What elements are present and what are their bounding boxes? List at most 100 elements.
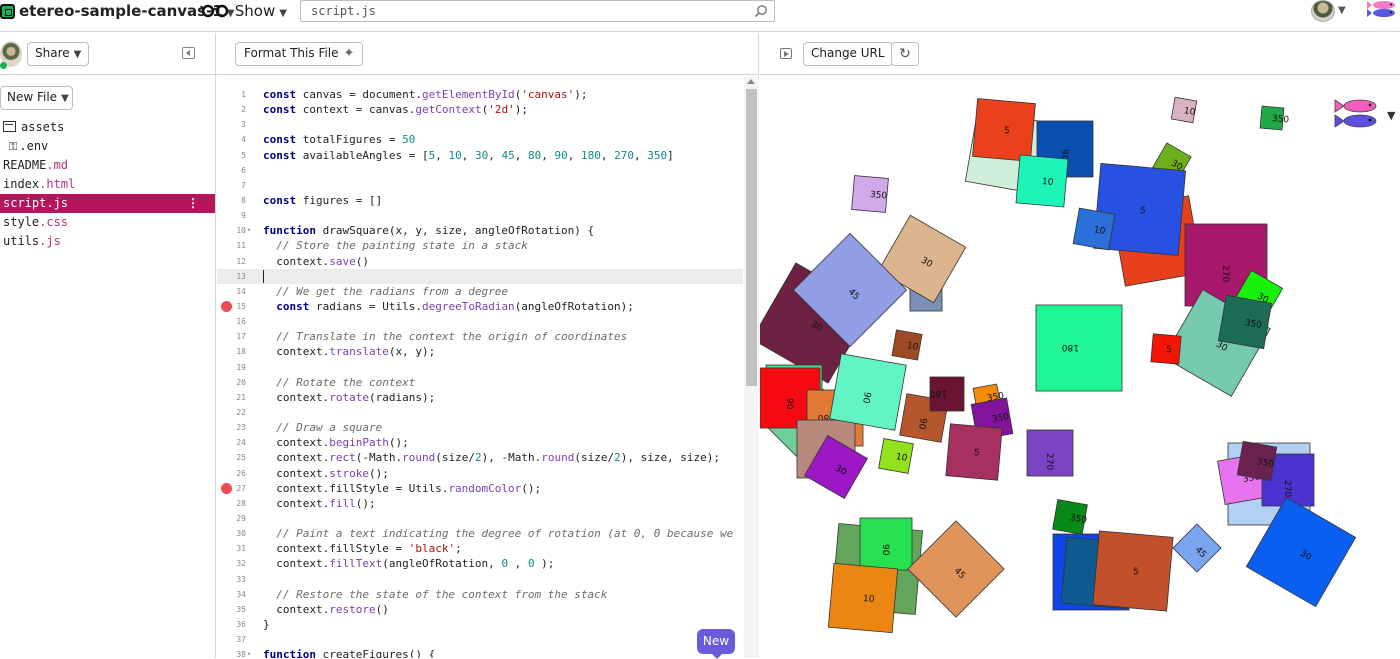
- code-line[interactable]: 18 context.translate(x, y);: [217, 344, 743, 359]
- line-number[interactable]: 17: [217, 329, 246, 344]
- line-number[interactable]: 20: [217, 375, 246, 390]
- fold-chevron-icon[interactable]: ▾: [247, 647, 251, 658]
- new-badge[interactable]: New: [697, 629, 735, 659]
- code-line[interactable]: 12 context.save(): [217, 254, 743, 269]
- line-number[interactable]: 4: [217, 132, 246, 147]
- code-line[interactable]: 5 const availableAngles = [5, 10, 30, 45,…: [217, 148, 743, 163]
- code-line[interactable]: 26 context.stroke();: [217, 466, 743, 481]
- code-line[interactable]: 4 const totalFigures = 50: [217, 132, 743, 147]
- code-line[interactable]: 35 context.restore(): [217, 602, 743, 617]
- new-file-button[interactable]: New File ▼: [0, 86, 73, 110]
- code-line[interactable]: 6: [217, 163, 743, 178]
- code-line[interactable]: 20 // Rotate the context: [217, 375, 743, 390]
- line-number[interactable]: 6: [217, 163, 246, 178]
- chevron-down-icon[interactable]: ▼: [1387, 109, 1395, 122]
- line-number[interactable]: 7: [217, 178, 246, 193]
- code-line[interactable]: 33: [217, 572, 743, 587]
- line-number[interactable]: 24: [217, 435, 246, 450]
- code-line[interactable]: 29: [217, 511, 743, 526]
- refresh-button[interactable]: ↻: [891, 42, 919, 66]
- line-number[interactable]: 18: [217, 344, 246, 359]
- line-number[interactable]: 25: [217, 450, 246, 465]
- line-number[interactable]: 14: [217, 284, 246, 299]
- line-number[interactable]: 28: [217, 496, 246, 511]
- file-item[interactable]: README.md: [0, 156, 215, 175]
- search-icon[interactable]: [754, 4, 768, 18]
- breakpoint-icon[interactable]: [221, 300, 232, 312]
- code-line[interactable]: 17 // Translate in the context the origi…: [217, 329, 743, 344]
- code-line[interactable]: 7: [217, 178, 743, 193]
- code-line[interactable]: 36}: [217, 617, 743, 632]
- line-number[interactable]: 3: [217, 117, 246, 132]
- scroll-up-icon[interactable]: [747, 79, 755, 84]
- code-line[interactable]: 2 const context = canvas.getContext('2d')…: [217, 102, 743, 117]
- code-line[interactable]: 9: [217, 208, 743, 223]
- file-options-icon[interactable]: ⋮: [187, 194, 199, 213]
- line-number[interactable]: 9: [217, 208, 246, 223]
- file-item[interactable]: index.html: [0, 175, 215, 194]
- file-item[interactable]: utils.js: [0, 232, 215, 251]
- line-number[interactable]: 19: [217, 360, 246, 375]
- code-line[interactable]: 13: [217, 268, 743, 284]
- search-input[interactable]: script.js: [300, 0, 775, 22]
- code-line[interactable]: 14 // We get the radians from a degree: [217, 284, 743, 299]
- line-number[interactable]: 8: [217, 193, 246, 208]
- code-line[interactable]: 11 // Store the painting state in a stac…: [217, 238, 743, 253]
- scrollbar-thumb[interactable]: [746, 89, 757, 386]
- line-number[interactable]: 30: [217, 526, 246, 541]
- line-number[interactable]: 13: [217, 269, 246, 284]
- change-url-button[interactable]: Change URL: [803, 42, 893, 66]
- line-number[interactable]: 32: [217, 556, 246, 571]
- file-item[interactable]: style.css: [0, 213, 215, 232]
- format-file-button[interactable]: Format This File ✦: [235, 42, 364, 66]
- breakpoint-icon[interactable]: [221, 482, 232, 494]
- line-number[interactable]: 10: [217, 223, 246, 238]
- line-number[interactable]: 12: [217, 254, 246, 269]
- line-number[interactable]: 31: [217, 541, 246, 556]
- code-line[interactable]: 1 const canvas = document.getElementById(…: [217, 87, 743, 102]
- code-line[interactable]: 24 context.beginPath();: [217, 435, 743, 450]
- code-line[interactable]: 3: [217, 117, 743, 132]
- line-number[interactable]: 22: [217, 405, 246, 420]
- code-line[interactable]: 34 // Restore the state of the context f…: [217, 587, 743, 602]
- glitch-fish-icon[interactable]: [1332, 97, 1382, 131]
- collapse-sidebar-icon[interactable]: [182, 47, 195, 59]
- line-number[interactable]: 38: [217, 647, 246, 658]
- code-line[interactable]: 27 context.fillStyle = Utils.randomColor…: [217, 481, 743, 496]
- code-line[interactable]: 15 const radians = Utils.degreeToRadian(…: [217, 299, 743, 314]
- line-number[interactable]: 16: [217, 314, 246, 329]
- file-item[interactable]: ⚿ .env: [0, 137, 215, 156]
- code-line[interactable]: 28 context.fill();: [217, 496, 743, 511]
- line-number[interactable]: 34: [217, 587, 246, 602]
- chevron-down-icon[interactable]: ▼: [1338, 5, 1346, 16]
- file-item[interactable]: assets: [0, 118, 215, 137]
- code-line[interactable]: 19: [217, 360, 743, 375]
- line-number[interactable]: 11: [217, 238, 246, 253]
- line-number[interactable]: 26: [217, 466, 246, 481]
- line-number[interactable]: 2: [217, 102, 246, 117]
- line-number[interactable]: 37: [217, 632, 246, 647]
- line-number[interactable]: 21: [217, 390, 246, 405]
- code-line[interactable]: 10 ▾ function drawSquare(x, y, size, angle…: [217, 223, 743, 238]
- line-number[interactable]: 5: [217, 148, 246, 163]
- file-item[interactable]: script.js ⋮: [0, 194, 215, 213]
- code-line[interactable]: 37: [217, 632, 743, 647]
- code-line[interactable]: 30 // Paint a text indicating the degree…: [217, 526, 743, 541]
- show-button[interactable]: Show ▼: [200, 2, 287, 22]
- code-line[interactable]: 16: [217, 314, 743, 329]
- share-button[interactable]: Share ▼: [27, 42, 90, 66]
- play-icon[interactable]: [780, 48, 792, 59]
- fold-chevron-icon[interactable]: ▾: [247, 223, 251, 238]
- line-number[interactable]: 35: [217, 602, 246, 617]
- glitch-fish-logo-icon[interactable]: [1366, 0, 1400, 20]
- line-number[interactable]: 29: [217, 511, 246, 526]
- code-line[interactable]: 25 context.rect(-Math.round(size/2), -Ma…: [217, 450, 743, 465]
- line-number[interactable]: 23: [217, 420, 246, 435]
- code-line[interactable]: 22: [217, 405, 743, 420]
- line-number[interactable]: 1: [217, 87, 246, 102]
- code-line[interactable]: 23 // Draw a square: [217, 420, 743, 435]
- user-avatar[interactable]: [1311, 0, 1335, 22]
- line-number[interactable]: 33: [217, 572, 246, 587]
- editor-scrollbar[interactable]: [744, 77, 759, 658]
- code-line[interactable]: 8 const figures = []: [217, 193, 743, 208]
